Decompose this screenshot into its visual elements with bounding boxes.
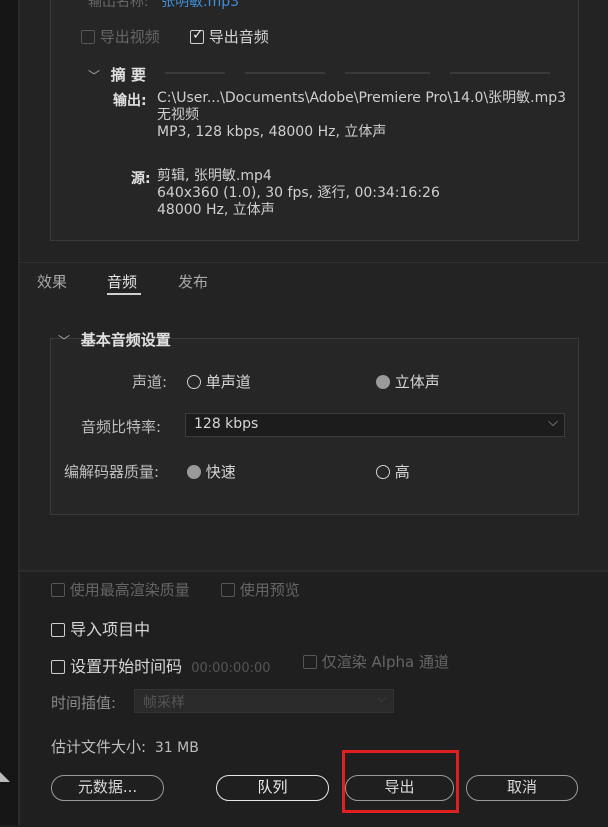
- active-tab-underline: [107, 293, 141, 295]
- quality-high-radio[interactable]: [376, 465, 390, 479]
- chevron-down-icon: ⌵: [377, 691, 387, 706]
- output-name-label: 输出名称:: [88, 0, 149, 10]
- file-size-label: 估计文件大小:: [51, 738, 147, 756]
- quality-high-option[interactable]: 高: [376, 461, 410, 482]
- summary-header[interactable]: ﹀ 摘 要: [88, 64, 146, 85]
- quality-high-label: 高: [394, 463, 410, 481]
- chevron-down-icon: ﹀: [58, 334, 71, 348]
- bitrate-value: 128 kbps: [194, 416, 259, 432]
- summary-source-audio: 48000 Hz, 立体声: [157, 202, 275, 218]
- summary-source-video: 640x360 (1.0), 30 fps, 逐行, 00:34:16:26: [157, 185, 440, 201]
- quality-fast-label: 快速: [205, 463, 236, 481]
- corner-arrow-icon: [0, 772, 10, 782]
- channel-mono-label: 单声道: [205, 373, 251, 391]
- max-render-label: 使用最高渲染质量: [69, 581, 190, 599]
- summary-divider: [165, 72, 225, 74]
- import-project-label: 导入项目中: [70, 620, 151, 639]
- use-preview-checkbox[interactable]: [221, 583, 235, 597]
- export-audio-label: 导出音频: [208, 28, 269, 46]
- channel-stereo-label: 立体声: [394, 373, 440, 391]
- summary-divider: [245, 72, 325, 74]
- max-render-option[interactable]: 使用最高渲染质量: [51, 579, 190, 600]
- export-highlight-box: [342, 750, 459, 813]
- start-timecode-value[interactable]: 00:00:00:00: [191, 661, 270, 676]
- tab-audio[interactable]: 音频: [107, 271, 137, 292]
- summary-source-label: 源:: [131, 171, 151, 187]
- quality-fast-option[interactable]: 快速: [187, 461, 236, 482]
- max-render-checkbox[interactable]: [51, 583, 65, 597]
- channel-stereo-radio[interactable]: [376, 375, 390, 389]
- summary-output-path: C:\User...\Documents\Adobe\Premiere Pro\…: [157, 90, 567, 106]
- summary-divider: [450, 72, 550, 74]
- export-video-option[interactable]: 导出视频: [81, 26, 160, 47]
- start-timecode-option[interactable]: 设置开始时间码 00:00:00:00: [51, 653, 271, 677]
- export-audio-checkbox[interactable]: [190, 27, 204, 44]
- time-interp-label: 时间插值:: [51, 694, 117, 712]
- queue-button[interactable]: 队列: [216, 775, 329, 801]
- start-timecode-checkbox[interactable]: [51, 660, 65, 674]
- channel-stereo-option[interactable]: 立体声: [376, 371, 440, 392]
- left-panel-edge: [0, 0, 20, 825]
- tab-publish[interactable]: 发布: [178, 271, 208, 292]
- summary-source-clip: 剪辑, 张明敏.mp4: [157, 168, 272, 184]
- alpha-only-checkbox[interactable]: [303, 655, 317, 669]
- time-interp-value: 帧采样: [143, 695, 185, 711]
- summary-output-audio: MP3, 128 kbps, 48000 Hz, 立体声: [157, 124, 387, 140]
- summary-output-lines: C:\User...\Documents\Adobe\Premiere Pro\…: [157, 90, 566, 141]
- tab-effects[interactable]: 效果: [37, 271, 67, 292]
- file-size-value: 31 MB: [154, 740, 199, 756]
- channel-label: 声道:: [132, 373, 168, 391]
- metadata-button[interactable]: 元数据...: [51, 775, 164, 801]
- settings-tabs: 效果 音频 发布: [20, 262, 608, 297]
- summary-output-label: 输出:: [113, 93, 147, 109]
- export-video-checkbox[interactable]: [81, 30, 95, 44]
- bitrate-label: 音频比特率:: [81, 418, 162, 436]
- codec-quality-label: 编解码器质量:: [64, 463, 160, 481]
- summary-source-lines: 剪辑, 张明敏.mp4 640x360 (1.0), 30 fps, 逐行, 0…: [157, 168, 440, 219]
- use-preview-label: 使用预览: [239, 581, 300, 599]
- chevron-down-icon: ﹀: [88, 69, 101, 83]
- quality-fast-radio[interactable]: [187, 465, 201, 479]
- export-video-label: 导出视频: [99, 28, 160, 46]
- summary-output-video: 无视频: [157, 107, 199, 123]
- audio-section-header[interactable]: ﹀ 基本音频设置: [58, 329, 171, 350]
- export-audio-option[interactable]: 导出音频: [190, 26, 269, 47]
- audio-section-title: 基本音频设置: [80, 331, 171, 349]
- output-name-link[interactable]: 张明敏.mp3: [161, 0, 239, 10]
- alpha-only-option[interactable]: 仅渲染 Alpha 通道: [303, 651, 449, 672]
- channel-mono-option[interactable]: 单声道: [187, 371, 251, 392]
- start-timecode-label: 设置开始时间码: [70, 657, 183, 676]
- summary-divider: [345, 72, 430, 74]
- channel-mono-radio[interactable]: [187, 375, 201, 389]
- cancel-button[interactable]: 取消: [466, 775, 578, 801]
- time-interp-select[interactable]: 帧采样 ⌵: [134, 689, 394, 713]
- bitrate-select[interactable]: 128 kbps ⌵: [185, 413, 565, 437]
- file-size-row: 估计文件大小: 31 MB: [51, 736, 199, 757]
- import-project-option[interactable]: 导入项目中: [51, 616, 150, 640]
- alpha-only-label: 仅渲染 Alpha 通道: [321, 653, 449, 671]
- chevron-down-icon: ⌵: [548, 415, 558, 430]
- import-project-checkbox[interactable]: [51, 623, 65, 637]
- output-name-row: 输出名称: 张明敏.mp3: [88, 0, 239, 11]
- summary-title: 摘 要: [110, 66, 147, 84]
- use-preview-option[interactable]: 使用预览: [221, 579, 300, 600]
